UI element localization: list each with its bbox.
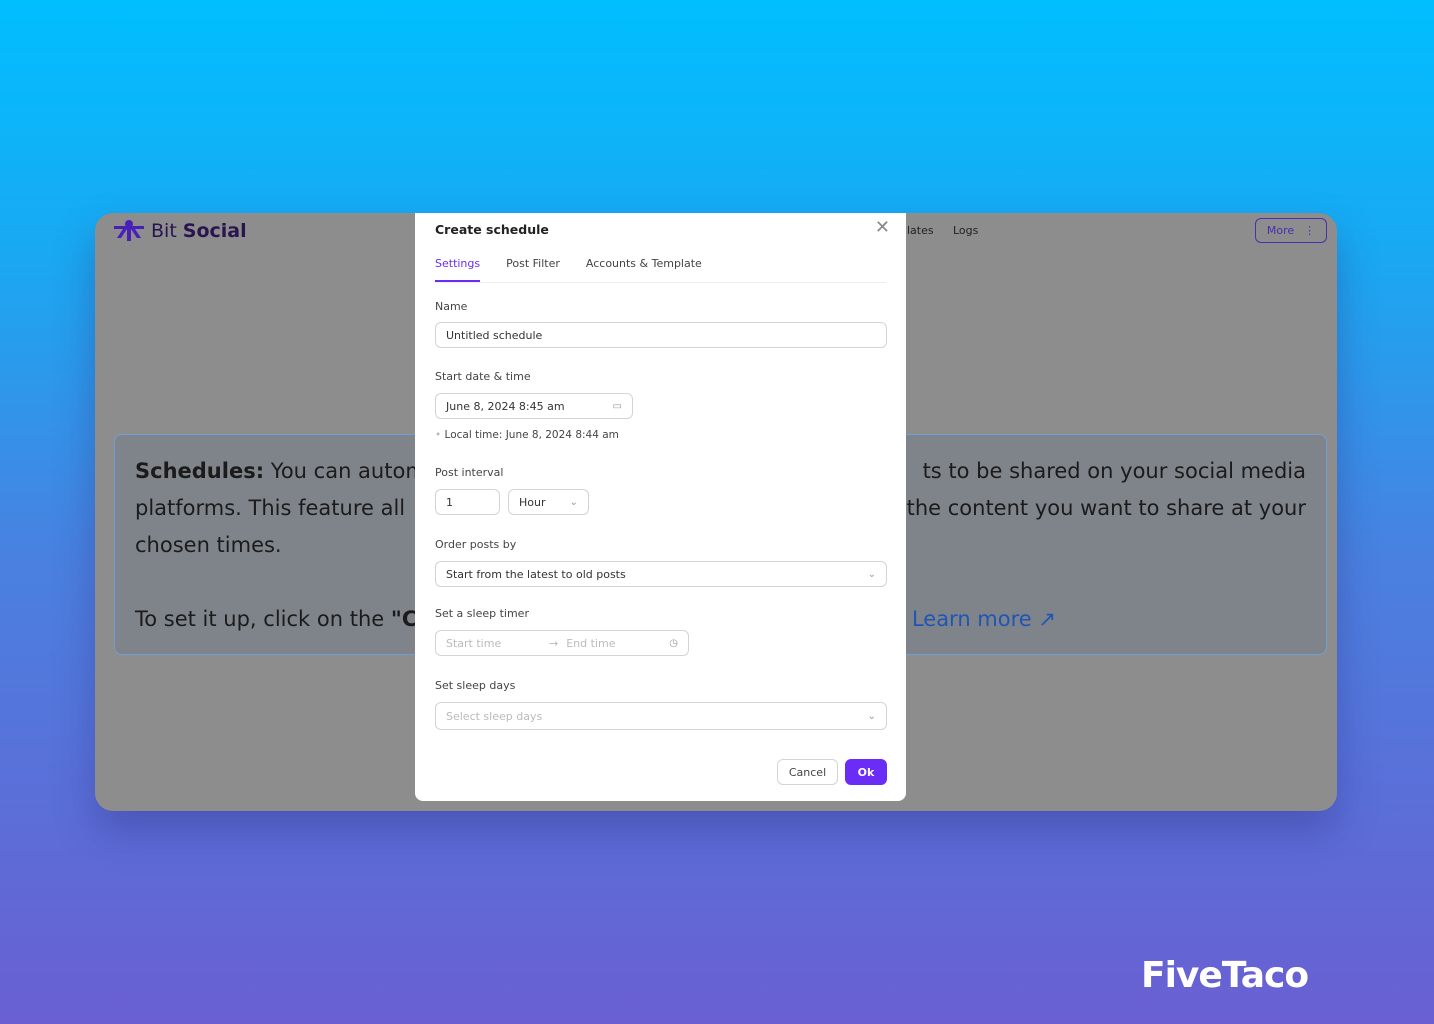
sleep-days-select[interactable]: Select sleep days ⌄ (435, 702, 887, 730)
start-date-picker[interactable]: June 8, 2024 8:45 am ▭ (435, 393, 633, 419)
tab-settings[interactable]: Settings (435, 257, 481, 282)
chevron-down-icon: ⌄ (569, 496, 578, 508)
sleep-timer-label: Set a sleep timer (435, 607, 529, 620)
order-select[interactable]: Start from the latest to old posts ⌄ (435, 561, 887, 587)
fivetaco-watermark: FiveTaco (1141, 955, 1309, 996)
logo-icon (114, 220, 144, 241)
modal-title: Create schedule (435, 222, 549, 237)
chevron-down-icon: ⌄ (867, 710, 876, 722)
bit-social-logo: Bit Social (113, 219, 247, 243)
more-label: More (1266, 224, 1295, 237)
external-link-icon: ↗ (1038, 607, 1056, 631)
start-label: Start date & time (435, 370, 531, 383)
create-schedule-modal: Create schedule ✕ Settings Post Filter A… (415, 213, 906, 801)
sleep-days-label: Set sleep days (435, 679, 516, 692)
interval-label: Post interval (435, 466, 504, 479)
info-text: To set it up, click on the (135, 607, 385, 631)
ok-button[interactable]: Ok (845, 759, 887, 785)
nav-logs[interactable]: Logs (953, 224, 978, 237)
local-time: • Local time: June 8, 2024 8:44 am (435, 429, 619, 441)
brand-light: Bit (151, 220, 177, 242)
tab-accounts-template[interactable]: Accounts & Template (586, 257, 702, 282)
order-label: Order posts by (435, 538, 517, 551)
cancel-button[interactable]: Cancel (777, 759, 838, 785)
calendar-icon: ▭ (612, 400, 622, 412)
info-bold: Schedules: (135, 459, 265, 483)
brand-bold: Social (182, 220, 247, 242)
more-button[interactable]: More ⋮ (1255, 218, 1327, 243)
info-text: ts to be shared on your social media (922, 459, 1306, 483)
chevron-down-icon: ⌄ (867, 568, 876, 580)
name-input[interactable]: Untitled schedule (435, 322, 887, 348)
tab-post-filter[interactable]: Post Filter (506, 257, 560, 282)
close-icon[interactable]: ✕ (875, 217, 890, 238)
info-text: the content you want to share at your (906, 496, 1306, 520)
interval-unit-select[interactable]: Hour ⌄ (508, 489, 589, 515)
kebab-icon: ⋮ (1304, 224, 1316, 237)
learn-more-link[interactable]: Learn more ↗ (912, 601, 1056, 638)
tab-divider (435, 282, 886, 283)
sleep-timer-range[interactable]: Start time → End time ◷ (435, 630, 689, 656)
arrow-right-icon: → (549, 636, 559, 650)
name-label: Name (435, 300, 468, 313)
clock-icon: ◷ (669, 637, 678, 649)
nav-templates[interactable]: lates (907, 224, 934, 237)
interval-input[interactable]: 1 (435, 489, 500, 515)
info-text: platforms. This feature all (135, 496, 406, 520)
info-text: You can autom (270, 459, 426, 483)
modal-tabs: Settings Post Filter Accounts & Template (435, 257, 702, 282)
